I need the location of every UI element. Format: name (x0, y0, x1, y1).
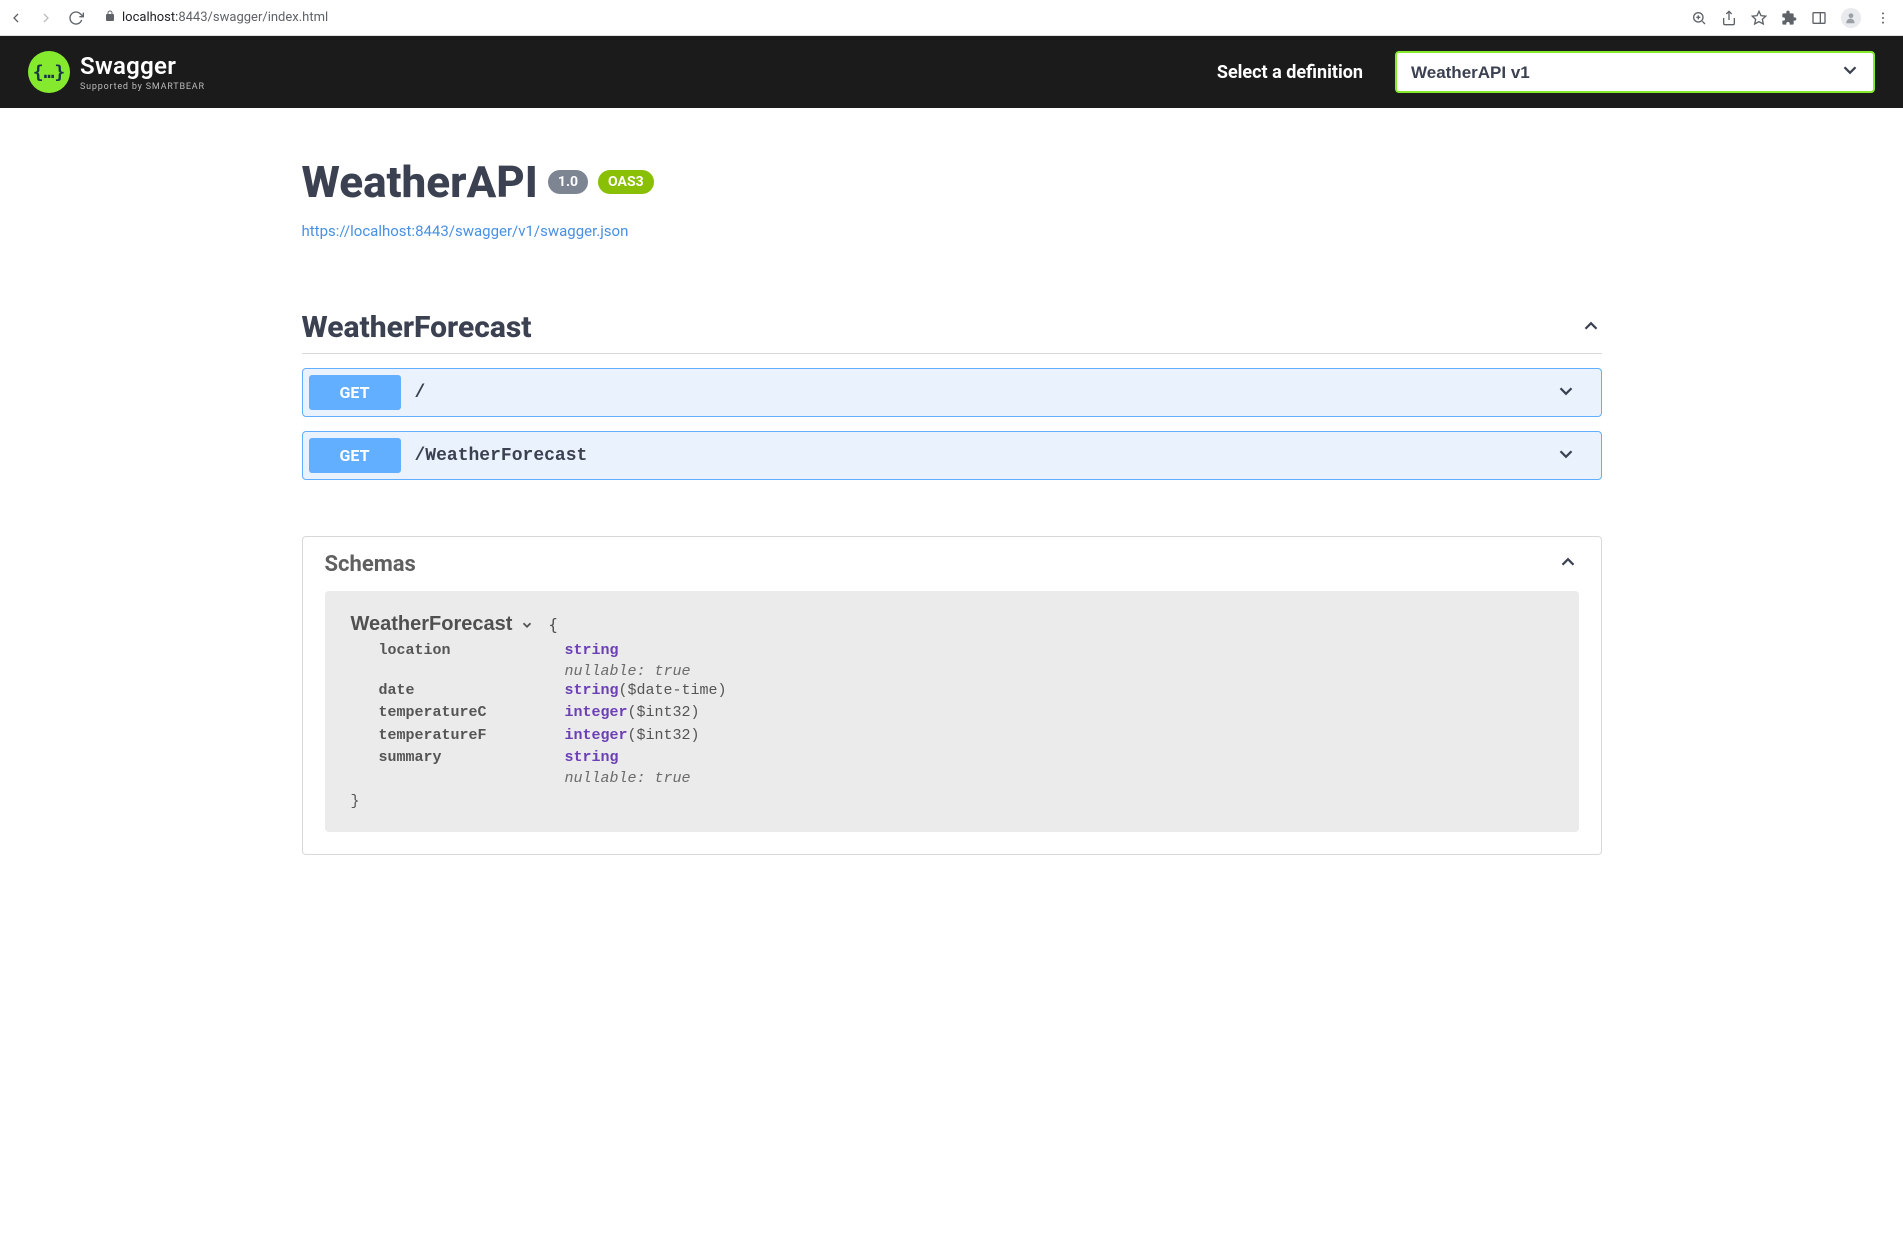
definition-select[interactable]: WeatherAPI v1 (1395, 51, 1875, 93)
swagger-logo-icon: {…} (28, 51, 70, 93)
api-title: WeatherAPI 1.0 OAS3 (302, 156, 1602, 208)
prop-type: string (565, 749, 619, 766)
http-method-badge: GET (309, 375, 401, 410)
reload-icon[interactable] (68, 10, 84, 26)
schema-property: datestring($date-time) (379, 680, 1553, 703)
schema-property: temperatureCinteger($int32) (379, 702, 1553, 725)
oas-badge: OAS3 (598, 170, 654, 194)
schema-property: temperatureFinteger($int32) (379, 725, 1553, 748)
operation-row[interactable]: GET / (302, 368, 1602, 417)
brand-sub: Supported by SMARTBEAR (80, 82, 205, 92)
prop-name: temperatureF (379, 725, 565, 748)
menu-icon[interactable] (1875, 10, 1891, 26)
prop-type: string (565, 682, 619, 699)
chevron-down-icon (1555, 380, 1577, 406)
prop-format: ($int32) (628, 704, 700, 721)
version-badge: 1.0 (548, 170, 588, 194)
schema-property: summarystring (379, 747, 1553, 770)
http-method-badge: GET (309, 438, 401, 473)
prop-format: ($date-time) (619, 682, 727, 699)
url-host: localhost: (122, 10, 178, 25)
prop-format: ($int32) (628, 727, 700, 744)
schema-model: WeatherForecast { locationstringnullable… (325, 591, 1579, 832)
operation-row[interactable]: GET /WeatherForecast (302, 431, 1602, 480)
lock-icon (104, 10, 116, 25)
address-bar[interactable]: localhost:8443/swagger/index.html (96, 10, 1679, 25)
url-path: 8443/swagger/index.html (178, 10, 328, 25)
tag-header[interactable]: WeatherForecast (302, 310, 1602, 354)
operation-path: /WeatherForecast (415, 446, 1555, 466)
swagger-logo: {…} Swagger Supported by SMARTBEAR (28, 51, 205, 93)
chevron-down-icon (520, 618, 534, 632)
prop-meta: nullable: true (565, 663, 1553, 680)
extensions-icon[interactable] (1781, 10, 1797, 26)
panel-icon[interactable] (1811, 10, 1827, 26)
prop-type: string (565, 642, 619, 659)
prop-name: date (379, 680, 565, 703)
prop-type: integer (565, 727, 628, 744)
swagger-topbar: {…} Swagger Supported by SMARTBEAR Selec… (0, 36, 1903, 108)
spec-url-link[interactable]: https://localhost:8443/swagger/v1/swagge… (302, 222, 629, 240)
chevron-up-icon (1557, 551, 1579, 577)
brand-name: Swagger (80, 52, 176, 80)
chevron-up-icon (1580, 315, 1602, 341)
operation-path: / (415, 383, 1555, 403)
browser-chrome: localhost:8443/swagger/index.html (0, 0, 1903, 36)
prop-type: integer (565, 704, 628, 721)
schema-property: locationstring (379, 640, 1553, 663)
zoom-icon[interactable] (1691, 10, 1707, 26)
chevron-down-icon (1555, 443, 1577, 469)
schemas-title: Schemas (325, 552, 416, 577)
definition-label: Select a definition (1217, 62, 1363, 83)
schemas-header[interactable]: Schemas (303, 537, 1601, 591)
model-name: WeatherForecast (351, 613, 513, 636)
prop-name: temperatureC (379, 702, 565, 725)
back-icon[interactable] (8, 10, 24, 26)
forward-icon[interactable] (38, 10, 54, 26)
share-icon[interactable] (1721, 10, 1737, 26)
api-title-text: WeatherAPI (302, 156, 538, 208)
avatar[interactable] (1841, 8, 1861, 28)
model-toggle[interactable]: WeatherForecast { (351, 613, 559, 636)
prop-name: summary (379, 747, 565, 770)
prop-name: location (379, 640, 565, 663)
star-icon[interactable] (1751, 10, 1767, 26)
schemas-section: Schemas WeatherForecast { locationstring… (302, 536, 1602, 855)
prop-meta: nullable: true (565, 770, 1553, 787)
tag-name: WeatherForecast (302, 310, 532, 345)
